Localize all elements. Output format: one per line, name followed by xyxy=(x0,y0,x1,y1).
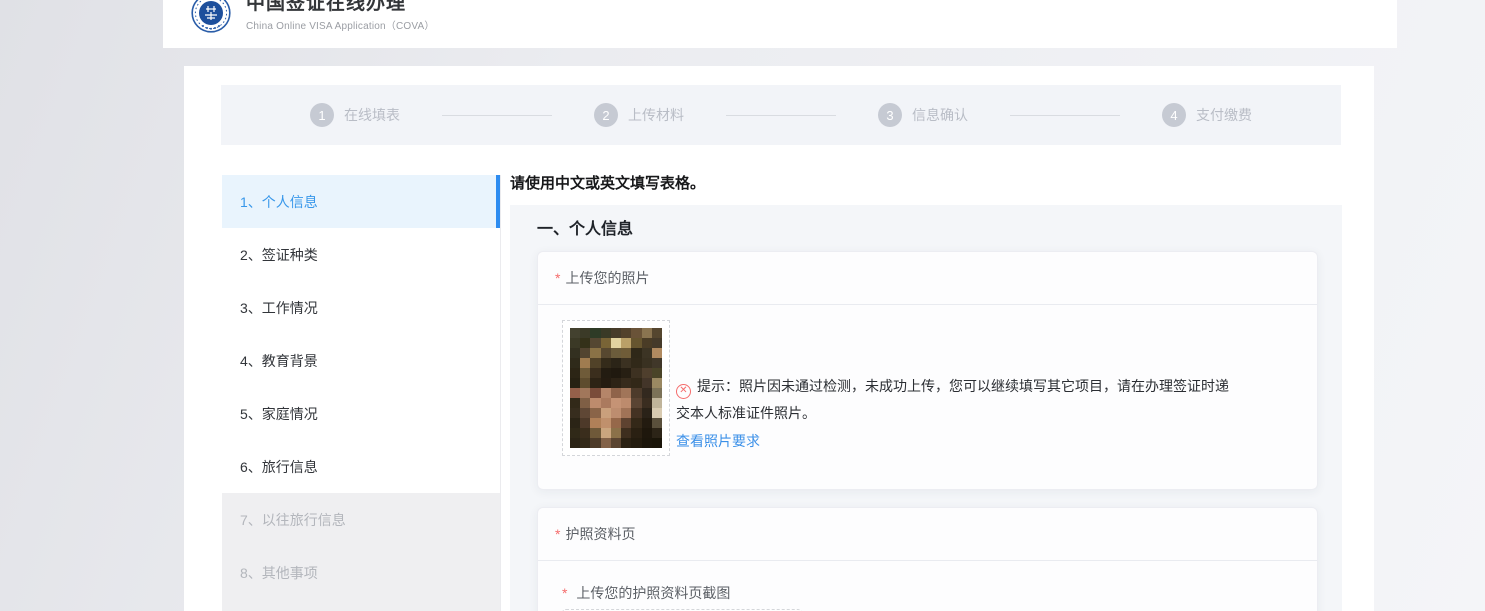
personal-info-section: 一、个人信息 * 上传您的照片 提示：照片因未通过检测，未成功上传，您可以继续 xyxy=(510,205,1342,611)
photo-error-tip: 提示：照片因未通过检测，未成功上传，您可以继续填写其它项目，请在办理签证时递交本… xyxy=(676,373,1242,427)
step-4-payment: 4 支付缴费 xyxy=(1162,103,1252,127)
photo-upload-card: * 上传您的照片 提示：照片因未通过检测，未成功上传，您可以继续填写其它项目，请… xyxy=(537,251,1318,490)
passport-card-body: * 上传您的护照资料页截图 xyxy=(538,561,1317,611)
form-language-note: 请使用中文或英文填写表格。 xyxy=(510,175,1342,193)
step-number-badge: 4 xyxy=(1162,103,1186,127)
passport-card-label: 护照资料页 xyxy=(565,524,635,544)
sidebar-item-work-situation[interactable]: 3、工作情况 xyxy=(222,281,500,334)
step-connector xyxy=(442,115,552,116)
required-asterisk: * xyxy=(555,526,560,542)
uploaded-photo-box[interactable] xyxy=(562,320,670,456)
app-subtitle: China Online VISA Application（COVA） xyxy=(246,17,435,32)
step-number-badge: 1 xyxy=(310,103,334,127)
page: 中国签证在线办理 China Online VISA Application（C… xyxy=(0,0,1485,611)
step-connector xyxy=(1010,115,1120,116)
form-section-nav: 1、个人信息 2、签证种类 3、工作情况 4、教育背景 5、家庭情况 6、旅行信… xyxy=(222,175,501,611)
step-label: 在线填表 xyxy=(344,105,400,125)
sidebar-item-other-matters: 8、其他事项 xyxy=(222,546,500,599)
step-label: 信息确认 xyxy=(912,105,968,125)
required-asterisk: * xyxy=(562,585,567,601)
photo-card-body: 提示：照片因未通过检测，未成功上传，您可以继续填写其它项目，请在办理签证时递交本… xyxy=(538,305,1317,489)
passport-page-card: * 护照资料页 * 上传您的护照资料页截图 xyxy=(537,507,1318,611)
sidebar-item-family[interactable]: 5、家庭情况 xyxy=(222,387,500,440)
step-label: 支付缴费 xyxy=(1196,105,1252,125)
step-3-confirm-info: 3 信息确认 xyxy=(878,103,968,127)
passport-card-header: * 护照资料页 xyxy=(538,508,1317,561)
step-1-online-form: 1 在线填表 xyxy=(310,103,400,127)
view-photo-requirements-link[interactable]: 查看照片要求 xyxy=(676,431,760,451)
sidebar-item-personal-info[interactable]: 1、个人信息 xyxy=(222,175,500,228)
passport-upload-label-row: * 上传您的护照资料页截图 xyxy=(562,583,1293,603)
photo-tip-block: 提示：照片因未通过检测，未成功上传，您可以继续填写其它项目，请在办理签证时递交本… xyxy=(676,373,1242,456)
step-connector xyxy=(726,115,836,116)
sidebar-filler xyxy=(222,599,500,611)
step-label: 上传材料 xyxy=(628,105,684,125)
required-asterisk: * xyxy=(555,270,560,286)
step-number-badge: 2 xyxy=(594,103,618,127)
sidebar-item-education[interactable]: 4、教育背景 xyxy=(222,334,500,387)
app-header: 中国签证在线办理 China Online VISA Application（C… xyxy=(163,0,1397,48)
brand: 中国签证在线办理 China Online VISA Application（C… xyxy=(191,0,435,33)
sidebar-item-past-travel: 7、以往旅行信息 xyxy=(222,493,500,546)
sidebar-item-visa-type[interactable]: 2、签证种类 xyxy=(222,228,500,281)
photo-card-header: * 上传您的照片 xyxy=(538,252,1317,305)
photo-card-label: 上传您的照片 xyxy=(565,268,649,288)
step-2-upload-materials: 2 上传材料 xyxy=(594,103,684,127)
app-title: 中国签证在线办理 xyxy=(246,0,435,14)
form-content: 请使用中文或英文填写表格。 一、个人信息 * 上传您的照片 xyxy=(510,175,1342,611)
step-number-badge: 3 xyxy=(878,103,902,127)
progress-stepper: 1 在线填表 2 上传材料 3 信息确认 4 支付缴费 xyxy=(221,85,1341,145)
main-container: 1 在线填表 2 上传材料 3 信息确认 4 支付缴费 1、个人信息 2、签证种… xyxy=(184,66,1374,611)
section-title: 一、个人信息 xyxy=(537,222,1318,238)
error-circle-x-icon xyxy=(676,384,691,399)
cova-emblem-icon xyxy=(191,0,231,33)
passport-upload-label: 上传您的护照资料页截图 xyxy=(576,585,730,601)
uploaded-photo-thumbnail xyxy=(570,328,662,448)
brand-text: 中国签证在线办理 China Online VISA Application（C… xyxy=(246,0,435,32)
sidebar-item-travel-info[interactable]: 6、旅行信息 xyxy=(222,440,500,493)
